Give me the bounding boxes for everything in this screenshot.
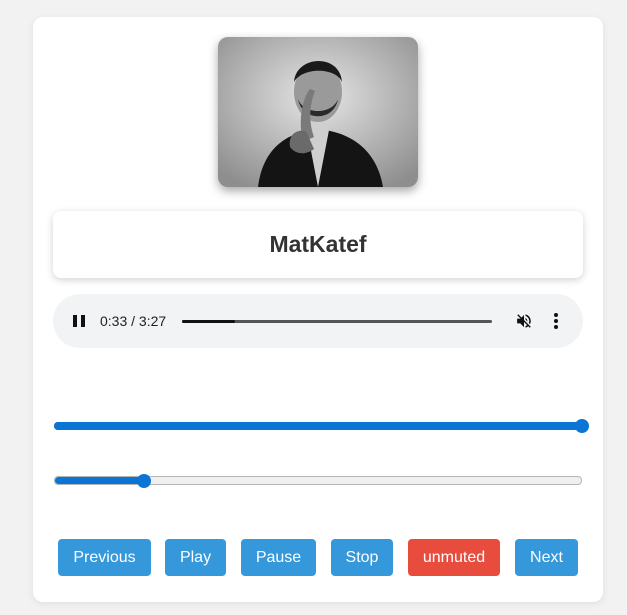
more-options-icon[interactable] (550, 312, 562, 330)
audio-progress-bar[interactable] (182, 320, 492, 323)
player-card: MatKatef 0:33 / 3:27 Previous Play Pause… (33, 17, 603, 602)
stop-button[interactable]: Stop (331, 539, 393, 576)
pause-button[interactable]: Pause (241, 539, 316, 576)
volume-muted-icon[interactable] (515, 312, 533, 330)
album-cover-image (218, 37, 418, 187)
volume-slider-fill (54, 422, 582, 430)
artist-title: MatKatef (269, 231, 367, 257)
play-button[interactable]: Play (165, 539, 226, 576)
pause-icon[interactable] (73, 315, 85, 327)
seek-slider[interactable] (54, 474, 582, 488)
audio-player: 0:33 / 3:27 (53, 294, 583, 348)
seek-slider-thumb[interactable] (137, 474, 152, 488)
volume-slider-thumb[interactable] (575, 419, 589, 433)
track-title-box: MatKatef (53, 211, 583, 278)
next-button[interactable]: Next (515, 539, 578, 576)
volume-slider[interactable] (54, 419, 589, 433)
mute-toggle-button[interactable]: unmuted (408, 539, 500, 576)
previous-button[interactable]: Previous (58, 539, 151, 576)
time-display: 0:33 / 3:27 (100, 313, 167, 329)
audio-progress-fill (182, 320, 235, 323)
seek-slider-fill (55, 477, 145, 484)
